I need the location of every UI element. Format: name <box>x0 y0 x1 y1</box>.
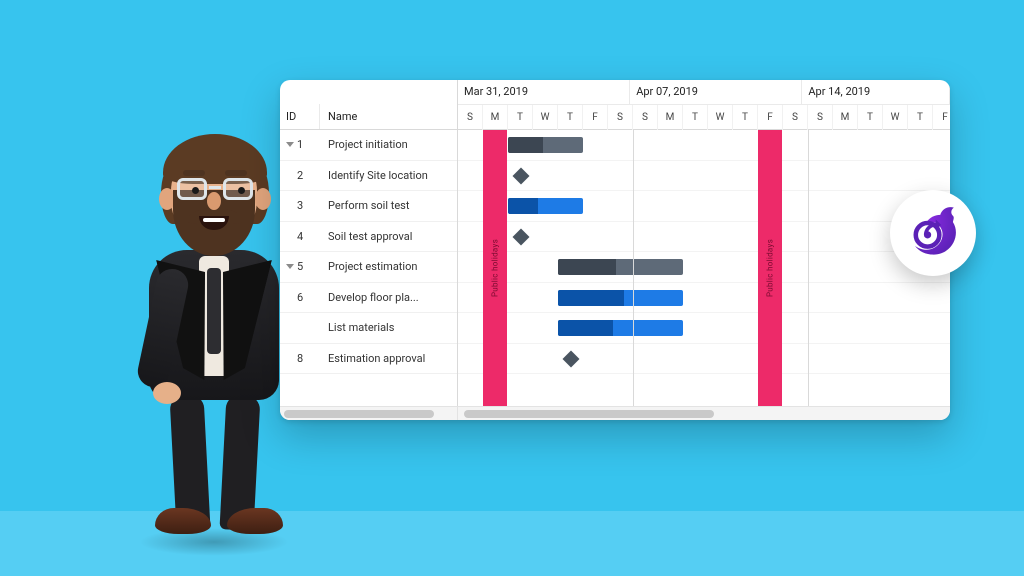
week-divider <box>633 130 634 406</box>
task-id: 3 <box>297 199 303 212</box>
timeline-row <box>458 252 950 283</box>
gantt-panel: ID Name 1 Project initiation 2 Identify Sit… <box>280 80 950 420</box>
timeline: Mar 31, 2019Apr 07, 2019Apr 14, 2019 SMT… <box>458 80 950 406</box>
timeline-header: Mar 31, 2019Apr 07, 2019Apr 14, 2019 SMT… <box>458 80 950 130</box>
task-grid-hscroll[interactable] <box>280 407 458 420</box>
day-header: T <box>558 105 583 130</box>
timeline-row <box>458 222 950 253</box>
timeline-row <box>458 313 950 344</box>
task-name: Identify Site location <box>320 169 457 182</box>
gantt-bar[interactable] <box>558 320 683 336</box>
task-id: 4 <box>297 230 303 243</box>
day-header: F <box>583 105 608 130</box>
column-header-id[interactable]: ID <box>280 104 320 129</box>
task-id: 5 <box>297 260 303 273</box>
gantt-bar[interactable] <box>508 137 583 153</box>
timeline-row <box>458 191 950 222</box>
milestone-marker[interactable] <box>562 350 579 367</box>
gantt-bar-progress <box>558 320 613 336</box>
task-row[interactable]: List materials <box>280 313 457 344</box>
day-header: T <box>908 105 933 130</box>
gantt-bar-progress <box>558 290 624 306</box>
timeline-row <box>458 161 950 192</box>
gantt-bar[interactable] <box>558 259 683 275</box>
week-label: Mar 31, 2019 <box>458 80 630 104</box>
timeline-hscroll[interactable] <box>458 407 950 420</box>
task-name: Project estimation <box>320 260 457 273</box>
task-row[interactable]: 3 Perform soil test <box>280 191 457 222</box>
task-id: 8 <box>297 352 303 365</box>
day-header: M <box>833 105 858 130</box>
task-row[interactable]: 1 Project initiation <box>280 130 457 161</box>
task-row[interactable]: 6 Develop floor pla... <box>280 283 457 314</box>
stage: ID Name 1 Project initiation 2 Identify Sit… <box>0 0 1024 576</box>
timeline-row <box>458 283 950 314</box>
task-row[interactable]: 4 Soil test approval <box>280 222 457 253</box>
milestone-marker[interactable] <box>512 167 529 184</box>
task-name: Develop floor pla... <box>320 291 457 304</box>
timeline-row <box>458 130 950 161</box>
timeline-body[interactable]: Public holidays Public holidays <box>458 130 950 406</box>
week-label: Apr 07, 2019 <box>630 80 802 104</box>
day-header: S <box>633 105 658 130</box>
task-row[interactable]: 2 Identify Site location <box>280 161 457 192</box>
day-header: T <box>683 105 708 130</box>
task-row[interactable]: 5 Project estimation <box>280 252 457 283</box>
day-header: S <box>458 105 483 130</box>
holiday-marker: Public holidays <box>758 130 782 406</box>
day-header: M <box>483 105 508 130</box>
week-divider <box>808 130 809 406</box>
scrollbars <box>280 406 950 420</box>
task-id: 2 <box>297 169 303 182</box>
week-label: Apr 14, 2019 <box>802 80 950 104</box>
timeline-row <box>458 344 950 375</box>
holiday-label: Public holidays <box>766 239 775 297</box>
day-header: T <box>858 105 883 130</box>
day-header: W <box>533 105 558 130</box>
task-name: Perform soil test <box>320 199 457 212</box>
day-header: F <box>933 105 950 130</box>
day-header: S <box>783 105 808 130</box>
column-header-name[interactable]: Name <box>320 104 457 129</box>
milestone-marker[interactable] <box>512 228 529 245</box>
day-header: S <box>608 105 633 130</box>
task-id: 1 <box>297 138 303 151</box>
task-grid: ID Name 1 Project initiation 2 Identify Sit… <box>280 80 458 406</box>
holiday-label: Public holidays <box>491 239 500 297</box>
day-header: W <box>708 105 733 130</box>
day-header: S <box>808 105 833 130</box>
gantt-bar-progress <box>558 259 616 275</box>
task-name: Soil test approval <box>320 230 457 243</box>
task-name: List materials <box>320 321 457 334</box>
day-header: T <box>733 105 758 130</box>
expand-caret-icon[interactable] <box>286 142 294 147</box>
gantt-bar[interactable] <box>508 198 583 214</box>
blazor-logo-icon <box>890 190 976 276</box>
task-name: Estimation approval <box>320 352 457 365</box>
floor <box>0 511 1024 576</box>
task-id: 6 <box>297 291 303 304</box>
expand-caret-icon[interactable] <box>286 264 294 269</box>
task-grid-header: ID Name <box>280 80 457 130</box>
day-header: W <box>883 105 908 130</box>
day-header: F <box>758 105 783 130</box>
task-name: Project initiation <box>320 138 457 151</box>
day-header: T <box>508 105 533 130</box>
gantt-bar-progress <box>508 137 543 153</box>
gantt-bar-progress <box>508 198 538 214</box>
holiday-marker: Public holidays <box>483 130 507 406</box>
day-header: M <box>658 105 683 130</box>
task-row[interactable]: 8 Estimation approval <box>280 344 457 375</box>
gantt-bar[interactable] <box>558 290 683 306</box>
